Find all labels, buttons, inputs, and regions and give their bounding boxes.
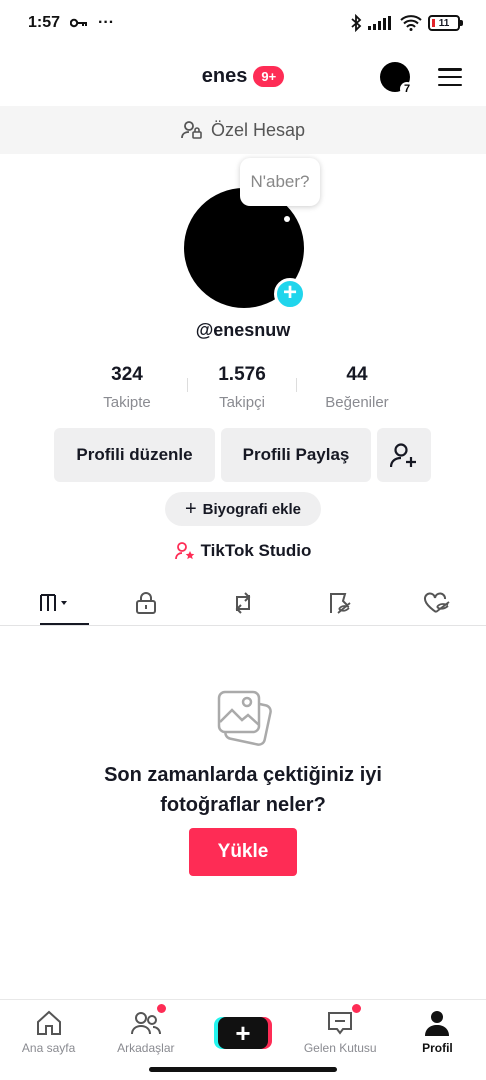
profile-header: enes 9+ 7 [0, 46, 486, 106]
story-avatar-button[interactable]: 7 [380, 62, 414, 96]
profile-stats: 324 Takipte 1.576 Takipçi 44 Beğeniler [72, 364, 412, 411]
add-friend-button[interactable] [377, 428, 431, 482]
note-bubble[interactable]: N'aber? [240, 158, 320, 206]
edit-profile-button[interactable]: Profili düzenle [54, 428, 215, 482]
plus-icon: + [184, 497, 197, 520]
favorites-icon [330, 592, 351, 614]
upload-button[interactable]: Yükle [189, 828, 297, 876]
tiktok-studio-link[interactable]: TikTok Studio [0, 541, 486, 561]
tab-reposts[interactable] [194, 580, 291, 625]
menu-icon[interactable] [438, 68, 462, 86]
notification-badge: 9+ [253, 65, 285, 87]
videos-grid-icon [39, 593, 67, 611]
stat-label: Takipçi [219, 394, 265, 411]
account-switcher[interactable]: enes [202, 65, 248, 88]
header-actions: 7 [380, 62, 462, 96]
status-time: 1:57 [28, 14, 61, 31]
status-left: 1:57 ··· [28, 14, 114, 32]
add-user-icon [390, 443, 416, 468]
stat-label: Beğeniler [325, 394, 389, 411]
bluetooth-icon [351, 14, 362, 32]
stat-divider [187, 378, 188, 392]
tab-favorites[interactable] [292, 580, 389, 625]
lock-icon [135, 591, 156, 614]
add-avatar-button[interactable]: + [274, 278, 306, 310]
inbox-notification-dot [351, 1004, 361, 1013]
studio-label: TikTok Studio [200, 541, 312, 560]
friends-icon [130, 1012, 161, 1035]
private-account-banner[interactable]: Özel Hesap [0, 106, 486, 154]
stat-value: 324 [111, 364, 143, 385]
stat-value: 1.576 [218, 364, 266, 385]
profile-avatar-wrap[interactable]: + [184, 188, 306, 310]
add-bio-button[interactable]: + Biyografi ekle [165, 492, 321, 526]
studio-icon [174, 542, 194, 560]
friends-notification-dot [157, 1004, 167, 1013]
nav-inbox-label: Gelen Kutusu [303, 1041, 377, 1055]
empty-state-text: Son zamanlarda çektiğiniz iyi fotoğrafla… [0, 760, 486, 820]
liked-icon [424, 591, 450, 613]
empty-state-line2: fotoğraflar neler? [160, 794, 326, 816]
profile-actions: Profili düzenle Profili Paylaş [54, 428, 431, 482]
profile-handle: @enesnuw [195, 320, 291, 340]
tab-videos[interactable] [0, 580, 97, 625]
status-bar: 1:57 ··· 11 [0, 0, 486, 46]
nav-create[interactable]: + [194, 1000, 291, 1059]
battery-level: 11 [438, 17, 450, 29]
stat-divider [296, 378, 297, 392]
battery-icon: 11 [428, 15, 463, 31]
home-icon [36, 1010, 61, 1035]
status-right: 11 [350, 14, 463, 32]
create-button[interactable]: + [218, 1017, 268, 1049]
stat-followers[interactable]: 1.576 Takipçi [187, 364, 297, 411]
stat-likes[interactable]: 44 Beğeniler [302, 364, 412, 411]
add-bio-label: Biyografi ekle [202, 500, 302, 518]
share-profile-button[interactable]: Profili Paylaş [221, 428, 371, 482]
stat-value: 44 [346, 364, 368, 385]
wifi-icon [400, 15, 422, 31]
key-icon [70, 18, 88, 28]
tab-liked[interactable] [389, 580, 486, 625]
note-bubble-tail [284, 216, 290, 222]
signal-icon [368, 16, 391, 30]
bottom-nav: Ana sayfa Arkadaşlar + Gelen Kutusu Prof… [0, 999, 486, 1059]
private-account-label: Özel Hesap [210, 119, 306, 140]
nav-home-label: Ana sayfa [21, 1041, 76, 1055]
profile-icon [425, 1011, 450, 1036]
nav-friends-label: Arkadaşlar [117, 1041, 175, 1055]
repost-icon [235, 591, 251, 614]
stat-following[interactable]: 324 Takipte [72, 364, 182, 411]
status-more-icon: ··· [98, 14, 115, 31]
nav-profile[interactable]: Profil [389, 1000, 486, 1059]
nav-profile-label: Profil [422, 1041, 453, 1055]
nav-home[interactable]: Ana sayfa [0, 1000, 97, 1059]
nav-inbox[interactable]: Gelen Kutusu [292, 1000, 389, 1059]
inbox-icon [328, 1012, 353, 1035]
content-tabs [0, 580, 486, 626]
private-account-icon [181, 121, 202, 139]
photos-empty-icon [216, 688, 272, 751]
tab-private[interactable] [97, 580, 194, 625]
empty-state-line1: Son zamanlarda çektiğiniz iyi [104, 764, 382, 786]
stat-label: Takipte [103, 394, 151, 411]
story-count: 7 [400, 82, 414, 96]
nav-friends[interactable]: Arkadaşlar [97, 1000, 194, 1059]
home-indicator[interactable] [149, 1067, 337, 1072]
